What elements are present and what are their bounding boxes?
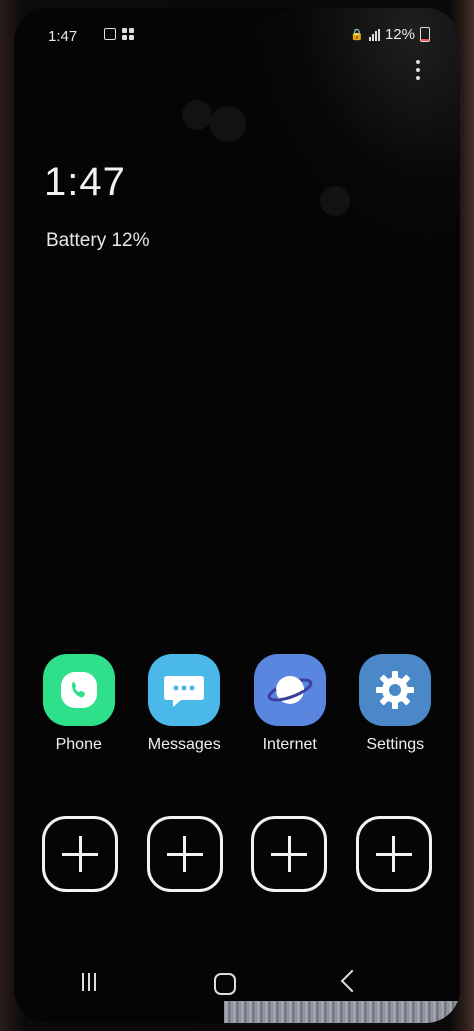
more-options-icon[interactable] — [416, 60, 420, 80]
add-shortcut-button[interactable] — [355, 816, 432, 892]
app-label: Messages — [147, 736, 221, 753]
settings-icon[interactable] — [359, 654, 432, 726]
lock-icon: 🔒 — [350, 29, 364, 41]
app-messages[interactable]: Messages — [134, 654, 234, 754]
bokeh-spot — [320, 186, 350, 216]
phone-frame: 1:47 🔒 12% 1:47 Battery 12% Phone Messag… — [0, 0, 474, 1031]
add-shortcut-row — [14, 816, 460, 892]
app-phone[interactable]: Phone — [29, 654, 129, 754]
app-internet[interactable]: Internet — [240, 654, 340, 754]
app-label: Internet — [262, 736, 317, 753]
home-screen: 1:47 🔒 12% 1:47 Battery 12% Phone Messag… — [14, 8, 460, 1023]
app-label: Settings — [366, 736, 425, 753]
navigation-bar — [14, 953, 460, 1023]
clock-time: 1:47 — [44, 160, 126, 204]
screenshot-icon — [104, 28, 116, 40]
display-glitch — [224, 1001, 460, 1023]
battery-status-text: Battery 12% — [46, 230, 150, 251]
app-settings[interactable]: Settings — [345, 654, 445, 754]
home-icon[interactable] — [214, 973, 236, 995]
notification-icons — [104, 28, 134, 40]
add-shortcut-button[interactable] — [42, 816, 119, 892]
battery-percent: 12% — [384, 26, 415, 43]
messages-icon[interactable] — [148, 654, 221, 726]
phone-icon[interactable] — [42, 654, 115, 726]
bokeh-spot — [182, 100, 212, 130]
app-row: Phone Messages Internet Settings — [14, 654, 460, 754]
battery-icon — [420, 27, 430, 42]
recent-apps-icon[interactable] — [82, 973, 96, 991]
status-bar: 1:47 🔒 12% — [14, 8, 460, 48]
internet-icon[interactable] — [253, 654, 326, 726]
bokeh-spot — [210, 106, 246, 142]
app-label: Phone — [55, 736, 102, 753]
status-right: 🔒 12% — [350, 26, 430, 43]
apps-grid-icon — [122, 28, 134, 40]
status-time: 1:47 — [48, 28, 78, 45]
back-icon[interactable] — [340, 969, 364, 993]
add-shortcut-button[interactable] — [251, 816, 328, 892]
add-shortcut-button[interactable] — [146, 816, 223, 892]
signal-icon — [368, 28, 380, 41]
